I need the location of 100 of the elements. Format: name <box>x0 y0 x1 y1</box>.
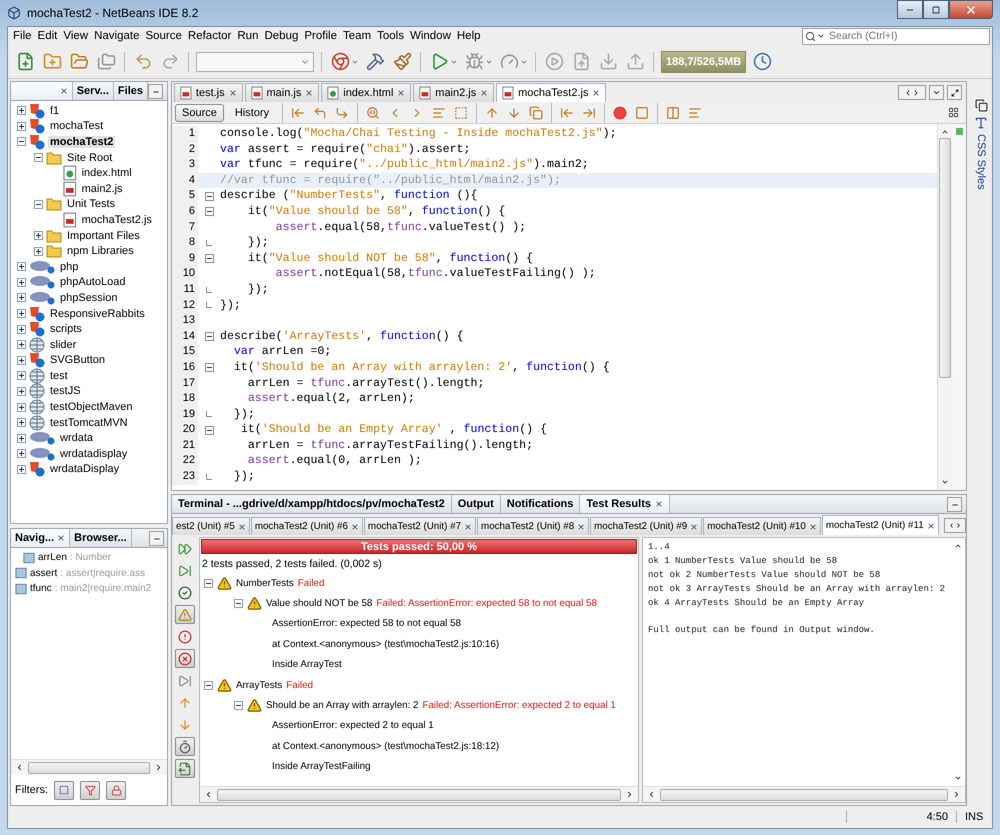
menu-item[interactable]: Debug <box>262 30 302 42</box>
line-number: 8 <box>172 235 198 251</box>
menu-item[interactable]: Profile <box>302 30 341 42</box>
tree-item[interactable]: mochaTest2.js <box>80 214 154 226</box>
code-line: arrLen = tfunc.arrayTest().length; <box>246 376 484 392</box>
code-line: console.log("Mocha/Chai Testing - Inside mochaTest2.js"); <box>220 126 617 142</box>
run-tab[interactable]: est2 (Unit) #5 <box>172 517 250 535</box>
test-name[interactable]: ArrayTests <box>236 680 282 691</box>
run-tab[interactable]: mochaTest2 (Unit) #8 <box>477 517 590 535</box>
test-name[interactable]: Should be an Array with arraylen: 2 <box>266 700 418 712</box>
navigator-item[interactable]: tfunc : main2|require.main2 <box>30 583 152 594</box>
code-line: assert.equal(58,tfunc.valueTest() ); <box>274 220 526 236</box>
failure-status: Failed: AssertionError: expected 2 to equal 1 <box>422 700 616 712</box>
tree-item[interactable]: testJS <box>48 385 83 398</box>
output-line: not ok 3 ArrayTests Should be an Array with arraylen: 2 <box>648 582 946 596</box>
menu-item[interactable]: Window <box>408 30 455 42</box>
line-number: 18 <box>172 391 198 407</box>
tree-item[interactable]: test <box>48 370 70 382</box>
tree-item[interactable]: mochaTest2 <box>48 136 116 148</box>
tree-item[interactable]: wrdataDisplay <box>48 463 122 476</box>
line-number: 9 <box>172 250 198 266</box>
view-toggle[interactable]: History <box>228 104 276 122</box>
tree-item[interactable]: scripts <box>48 323 84 336</box>
code-line: var assert = require("chai").assert; <box>220 142 470 158</box>
tree-item[interactable]: SVGButton <box>48 354 108 366</box>
line-number: 5 <box>172 188 198 204</box>
menu-item[interactable]: Tools <box>375 30 408 42</box>
menu-item[interactable]: Team <box>340 30 376 42</box>
navigator-item[interactable]: arrLen : Number <box>38 552 112 564</box>
panel-tab[interactable]: Test Results <box>580 495 670 513</box>
run-tab[interactable]: mochaTest2 (Unit) #11 <box>822 515 939 535</box>
failure-status: Failed: AssertionError: expected 58 to not equal 58 <box>376 598 597 610</box>
menu-item[interactable]: Source <box>143 30 186 42</box>
result-message: at Context.<anonymous> (test\mochaTest2.js:18:12) <box>272 740 500 752</box>
code-line: assert.equal(2, arrLen); <box>246 391 415 407</box>
tree-item[interactable]: mochaTest <box>48 120 106 132</box>
output-line: 1..4 <box>648 541 671 554</box>
tree-item[interactable]: testObjectMaven <box>48 401 135 414</box>
panel-tab[interactable]: Terminal - ...gdrive/d/xampp/htdocs/pv/mochaTest2 <box>172 495 452 513</box>
result-message: at Context.<anonymous> (test\mochaTest2.js:10:16) <box>272 638 500 650</box>
tree-item[interactable]: Unit Tests <box>65 198 118 210</box>
line-number: 22 <box>172 453 198 470</box>
editor-tab[interactable]: index.html <box>321 83 412 102</box>
code-line: assert.notEqual(58,tfunc.valueTestFailing() ); <box>274 266 596 282</box>
test-summary: 2 tests passed, 2 tests failed. (0,002 s) <box>201 557 383 572</box>
editor-tab[interactable]: test.js <box>174 83 243 102</box>
tree-item[interactable]: testTomcatMVN <box>48 416 130 429</box>
tree-item[interactable]: Important Files <box>65 230 142 242</box>
menu-item[interactable]: File <box>11 30 36 42</box>
cursor-position: 4:50 <box>846 811 956 823</box>
code-line: it('Should be an Array with arraylen: 2', function() { <box>232 360 610 376</box>
tree-item[interactable]: slider <box>48 338 78 351</box>
editor-tab[interactable]: mochaTest2.js <box>496 83 606 102</box>
tree-item[interactable]: phpSession <box>58 292 120 304</box>
editor-tab[interactable]: main.js <box>244 83 320 102</box>
filters-label: Filters: <box>15 784 48 796</box>
progress-bar: Tests passed: 50,00 % <box>201 539 637 554</box>
test-name[interactable]: Value should NOT be 58 <box>266 598 372 610</box>
result-message: Inside ArrayTest <box>272 659 342 670</box>
code-line: it('Should be an Empty Array' , function() { <box>240 422 548 438</box>
test-name[interactable]: NumberTests <box>236 578 294 589</box>
output-line: ok 4 ArrayTests Should be an Empty Array <box>648 596 866 610</box>
line-number: 15 <box>172 344 198 360</box>
code-line: var tfunc = require("../public_html/main2.js").main2; <box>220 157 589 173</box>
code-line: }); <box>246 235 269 251</box>
tree-item[interactable]: Site Root <box>65 152 114 164</box>
panel-tab[interactable]: Navig... <box>11 529 70 547</box>
output-line: Full output can be found in Output window. <box>648 624 876 638</box>
line-number: 1 <box>172 126 198 142</box>
side-tab[interactable]: CSS Styles <box>975 134 987 190</box>
run-tab[interactable]: mochaTest2 (Unit) #7 <box>364 517 476 535</box>
menu-item[interactable]: View <box>61 30 92 42</box>
editor-tab[interactable]: main2.js <box>413 83 494 102</box>
tree-item[interactable]: main2.js <box>80 182 125 195</box>
tree-item[interactable]: phpAutoLoad <box>58 276 128 288</box>
panel-tab[interactable]: Serv... <box>72 82 114 100</box>
code-line: describe ("NumberTests", function (){ <box>220 188 478 204</box>
tree-item[interactable]: php <box>58 260 80 273</box>
failure-status: Failed <box>286 680 313 691</box>
tree-item[interactable]: npm Libraries <box>65 245 136 258</box>
tree-item[interactable]: f1 <box>48 104 62 117</box>
run-tab[interactable]: mochaTest2 (Unit) #6 <box>250 517 363 535</box>
view-toggle[interactable]: Source <box>175 104 224 122</box>
menu-item[interactable]: Help <box>454 30 485 42</box>
menu-item[interactable]: Refactor <box>186 30 236 42</box>
line-number: 16 <box>172 360 198 376</box>
tree-item[interactable]: index.html <box>80 167 134 180</box>
menu-item[interactable]: Run <box>235 30 262 42</box>
search-field[interactable]: Search (Ctrl+I) <box>802 28 990 44</box>
tree-item[interactable]: wrdatadisplay <box>58 448 130 460</box>
panel-tab[interactable]: Browser... <box>70 529 132 547</box>
tree-item[interactable]: ResponsiveRabbits <box>48 308 147 320</box>
navigator-item[interactable]: assert : assert|require.ass <box>30 568 146 579</box>
menu-item[interactable]: Navigate <box>92 30 144 42</box>
menu-item[interactable]: Edit <box>36 30 62 42</box>
panel-tab[interactable]: Output <box>452 495 501 513</box>
run-tab[interactable]: mochaTest2 (Unit) #10 <box>703 517 821 535</box>
code-line: }); <box>232 469 255 485</box>
run-tab[interactable]: mochaTest2 (Unit) #9 <box>590 517 702 535</box>
tree-item[interactable]: wrdata <box>58 432 96 444</box>
